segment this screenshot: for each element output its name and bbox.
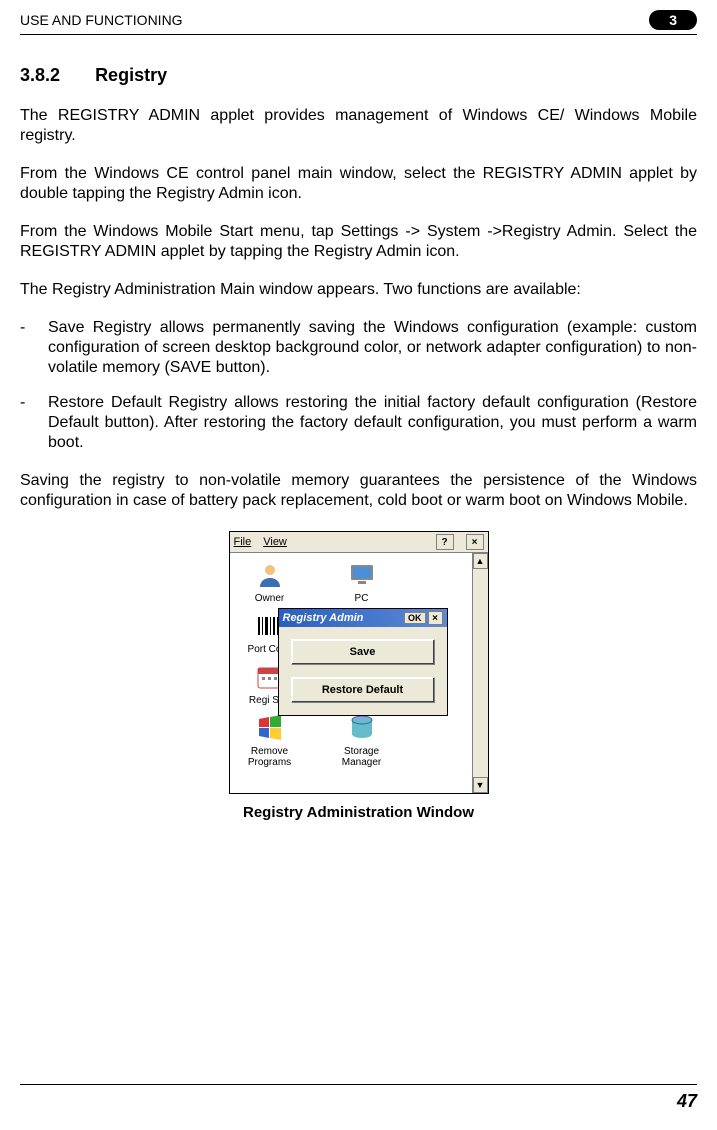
page-footer: 47	[20, 1084, 697, 1112]
menu-view[interactable]: View	[263, 536, 287, 548]
icon-label: Remove Programs	[234, 746, 306, 768]
ce-body: Owner PC Port Colle	[230, 553, 488, 793]
help-button[interactable]: ?	[436, 534, 454, 550]
page-header: USE AND FUNCTIONING 3	[20, 10, 697, 35]
ce-menubar: File View ? ×	[230, 532, 488, 553]
paragraph: From the Windows Mobile Start menu, tap …	[20, 222, 697, 262]
paragraph: The REGISTRY ADMIN applet provides manag…	[20, 106, 697, 146]
list-item: - Save Registry allows permanently savin…	[20, 318, 697, 378]
section-number: 3.8.2	[20, 65, 60, 86]
close-button[interactable]: ×	[466, 534, 484, 550]
bullet-text: Restore Default Registry allows restorin…	[48, 393, 697, 453]
icon-owner[interactable]: Owner	[234, 559, 306, 604]
icon-remove-programs[interactable]: Remove Programs	[234, 712, 306, 768]
windows-icon	[254, 712, 286, 744]
section-title: Registry	[95, 65, 167, 85]
section-heading: 3.8.2 Registry	[20, 65, 697, 86]
registry-admin-dialog: Registry Admin OK × Save Restore Default	[278, 608, 448, 716]
icon-label: Owner	[255, 593, 284, 604]
chapter-badge: 3	[649, 10, 697, 30]
icon-storage-manager[interactable]: Storage Manager	[326, 712, 398, 768]
scrollbar[interactable]: ▲ ▼	[472, 553, 488, 793]
restore-default-button[interactable]: Restore Default	[291, 677, 435, 703]
figure-caption: Registry Administration Window	[243, 804, 474, 821]
dialog-body: Save Restore Default	[279, 627, 447, 715]
ok-button[interactable]: OK	[404, 612, 426, 624]
save-button[interactable]: Save	[291, 639, 435, 665]
monitor-icon	[346, 559, 378, 591]
paragraph: From the Windows CE control panel main w…	[20, 164, 697, 204]
scroll-down-icon[interactable]: ▼	[473, 777, 488, 793]
bullet-list: - Save Registry allows permanently savin…	[20, 318, 697, 453]
list-item: - Restore Default Registry allows restor…	[20, 393, 697, 453]
paragraph: Saving the registry to non-volatile memo…	[20, 471, 697, 511]
ce-window: File View ? × Owner	[229, 531, 489, 794]
bullet-marker: -	[20, 318, 48, 378]
person-icon	[254, 559, 286, 591]
menu-file[interactable]: File	[234, 536, 252, 548]
close-icon[interactable]: ×	[428, 611, 443, 625]
scroll-up-icon[interactable]: ▲	[473, 553, 488, 569]
figure: File View ? × Owner	[20, 531, 697, 821]
icon-label: PC	[355, 593, 369, 604]
dialog-title-text: Registry Admin	[283, 612, 405, 624]
page-number: 47	[677, 1091, 697, 1111]
database-icon	[346, 712, 378, 744]
header-title: USE AND FUNCTIONING	[20, 12, 183, 28]
icon-label: Storage Manager	[326, 746, 398, 768]
bullet-text: Save Registry allows permanently saving …	[48, 318, 697, 378]
icon-pc[interactable]: PC	[326, 559, 398, 604]
paragraph: The Registry Administration Main window …	[20, 280, 697, 300]
bullet-marker: -	[20, 393, 48, 453]
dialog-titlebar: Registry Admin OK ×	[279, 609, 447, 627]
